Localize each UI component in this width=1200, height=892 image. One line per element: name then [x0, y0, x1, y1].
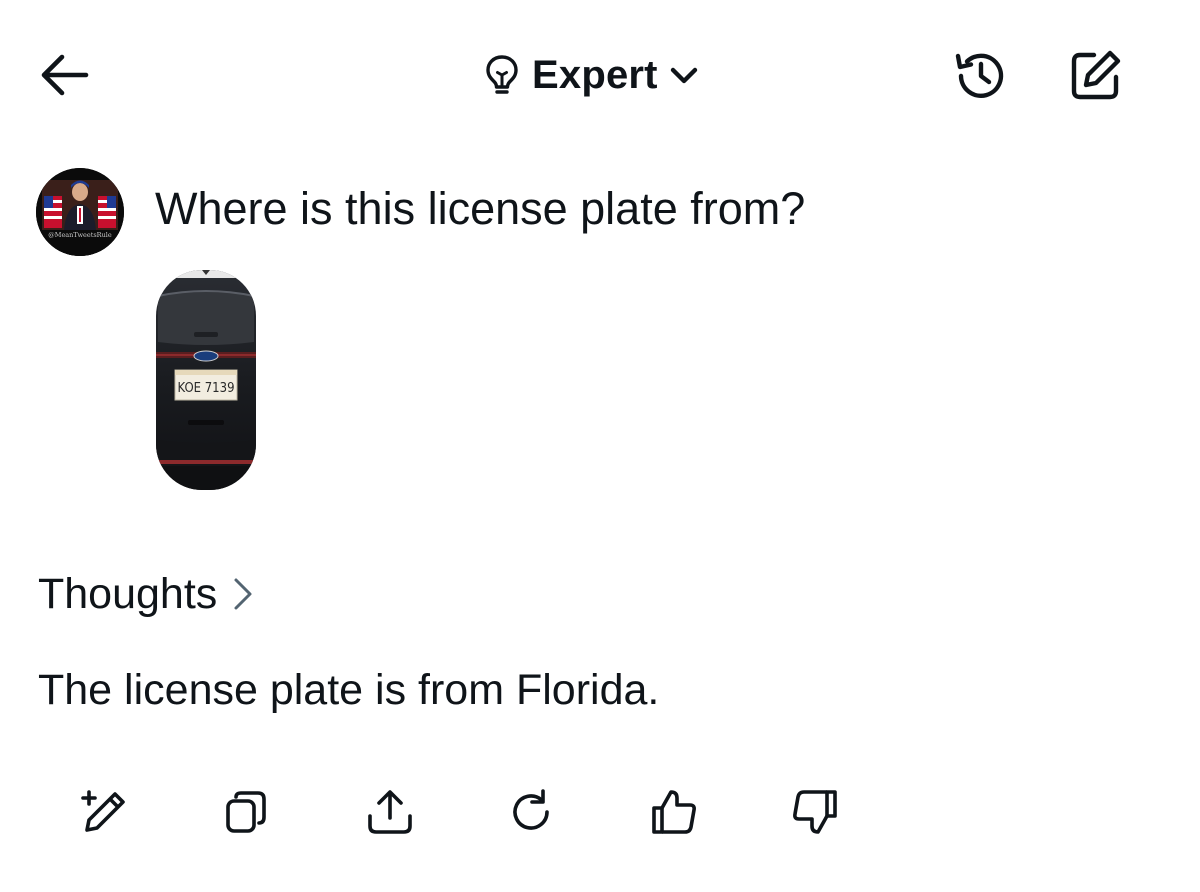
top-bar: Expert: [0, 0, 1200, 150]
compose-button[interactable]: [1062, 43, 1128, 109]
copy-icon: [226, 791, 266, 833]
thumbs-down-button[interactable]: [783, 780, 847, 844]
license-plate-text: KOE 7139: [177, 381, 234, 396]
mode-label: Expert: [532, 52, 658, 97]
arrow-left-icon: [41, 54, 89, 96]
copy-button[interactable]: [215, 780, 279, 844]
edit-button[interactable]: [73, 780, 137, 844]
thumbs-up-button[interactable]: [642, 780, 706, 844]
regenerate-icon: [513, 789, 549, 830]
car-rear-photo: KOE 7139: [156, 270, 256, 490]
edit-icon: [81, 790, 125, 832]
flag-left-icon: [44, 196, 62, 228]
lightbulb-icon: [486, 55, 518, 94]
history-icon: [955, 53, 1004, 98]
avatar-watermark: @MeanTweetsRule: [48, 231, 112, 239]
back-button[interactable]: [32, 45, 96, 105]
thumbs-up-icon: [652, 790, 696, 834]
mode-selector[interactable]: Expert: [482, 48, 700, 102]
message-action-bar: [0, 780, 1200, 844]
chevron-down-icon: [670, 67, 697, 84]
regenerate-button[interactable]: [499, 780, 563, 844]
chevron-right-icon: [234, 578, 252, 610]
thumbs-down-icon: [793, 790, 837, 834]
assistant-answer: The license plate is from Florida.: [38, 666, 660, 714]
image-attachment[interactable]: KOE 7139: [156, 270, 256, 490]
share-icon: [368, 790, 412, 834]
user-question: Where is this license plate from?: [155, 183, 806, 234]
share-button[interactable]: [358, 780, 422, 844]
avatar[interactable]: @MeanTweetsRule: [36, 168, 124, 256]
compose-icon: [1071, 50, 1121, 100]
avatar-image: @MeanTweetsRule: [36, 168, 124, 256]
flag-right-icon: [98, 196, 116, 228]
history-button[interactable]: [948, 43, 1014, 109]
thoughts-toggle[interactable]: Thoughts: [38, 566, 253, 622]
thoughts-label: Thoughts: [38, 569, 218, 618]
